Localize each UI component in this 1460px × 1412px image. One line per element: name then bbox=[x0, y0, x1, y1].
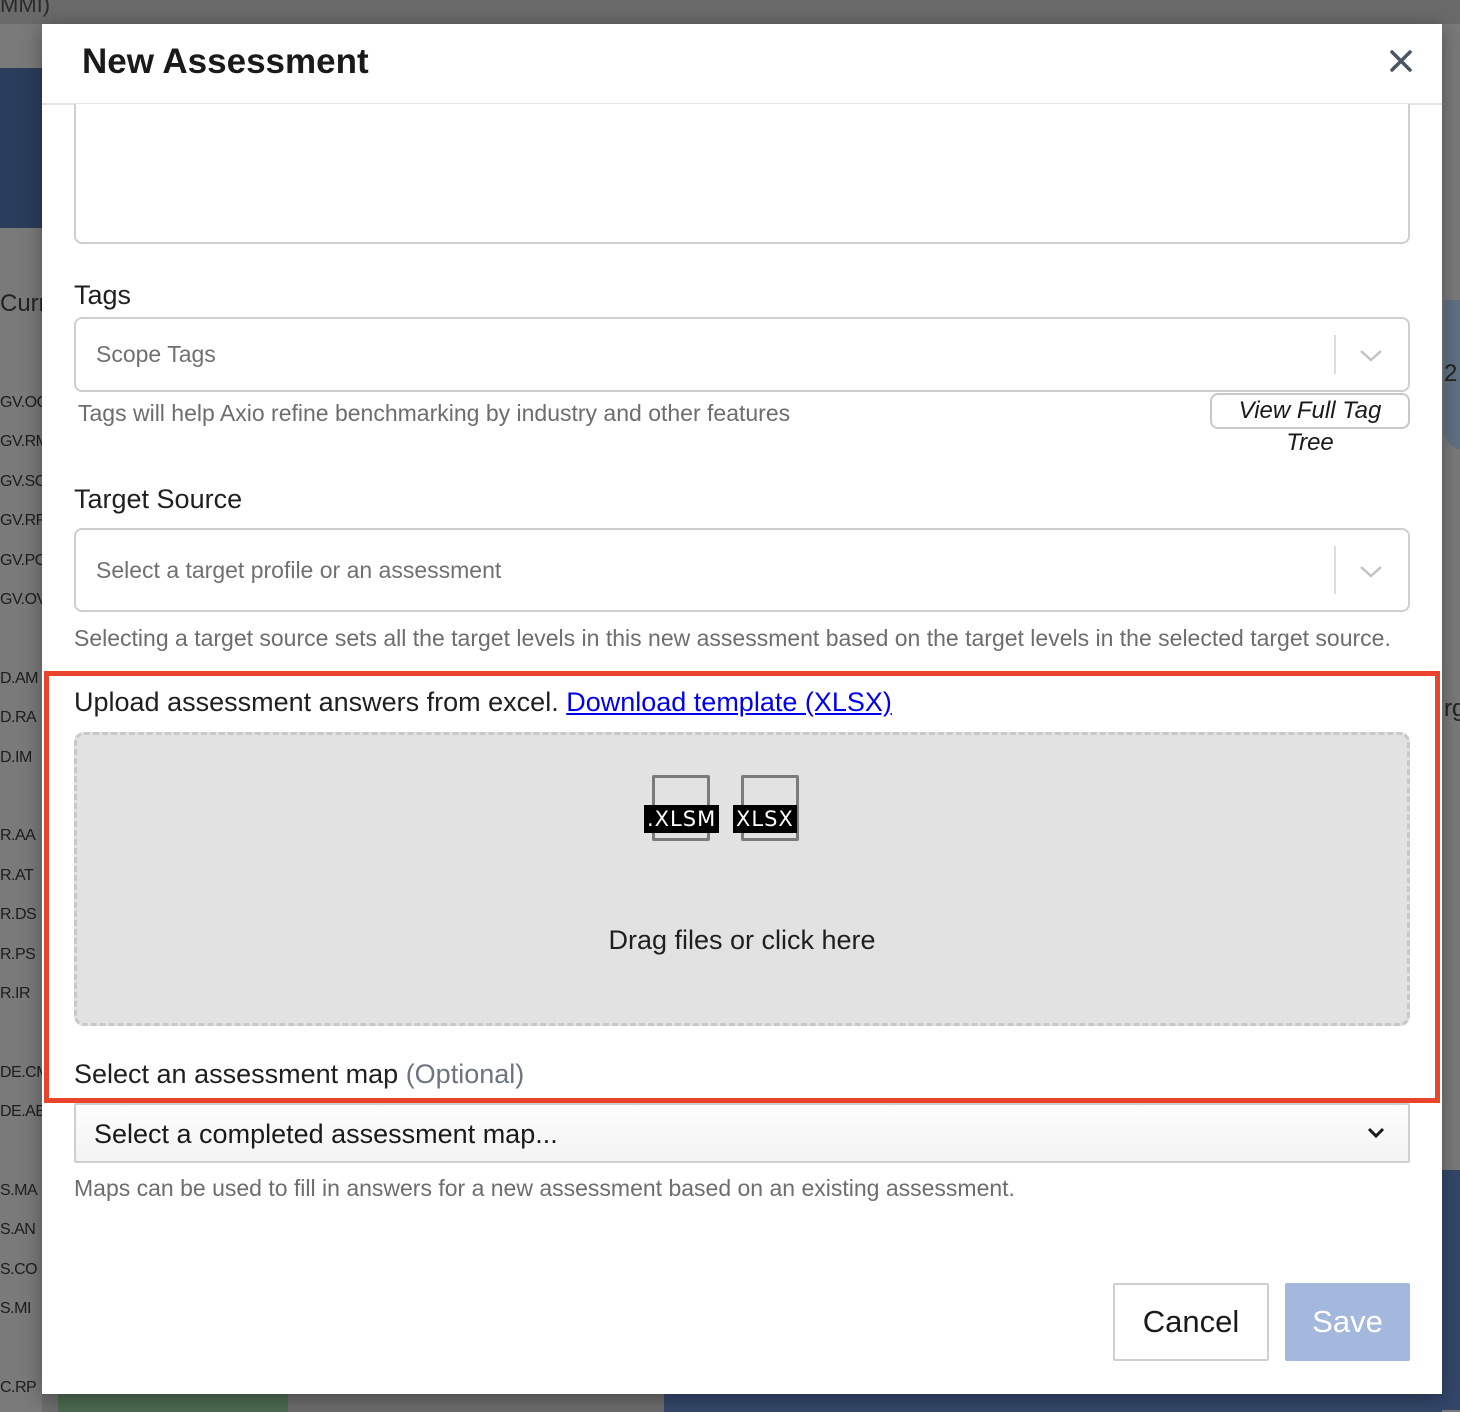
background-code: S.AN bbox=[0, 1221, 36, 1238]
tags-placeholder: Scope Tags bbox=[96, 341, 216, 367]
background-code: DE.AE bbox=[0, 1103, 46, 1120]
background-code: D.IM bbox=[0, 749, 32, 766]
background-code: C.RP bbox=[0, 1379, 37, 1396]
target-source-label: Target Source bbox=[74, 484, 243, 514]
background-code: R.AA bbox=[0, 827, 36, 844]
chevron-down-icon[interactable] bbox=[1358, 344, 1384, 371]
target-source-help-text: Selecting a target source sets all the t… bbox=[74, 625, 1391, 651]
background-right-panel: 2 rg bbox=[1442, 0, 1460, 1412]
background-number: 2 bbox=[1444, 360, 1458, 387]
background-code: R.DS bbox=[0, 906, 37, 923]
description-textarea[interactable] bbox=[74, 104, 1410, 244]
cancel-button[interactable]: Cancel bbox=[1113, 1283, 1269, 1361]
background-topbar: MMI) bbox=[0, 0, 1460, 24]
highlight-box bbox=[44, 671, 1440, 1103]
tags-select[interactable]: Scope Tags bbox=[74, 317, 1410, 392]
assessment-map-select[interactable]: Select a completed assessment map... bbox=[74, 1103, 1410, 1163]
tags-label: Tags bbox=[74, 280, 132, 310]
close-button[interactable] bbox=[1386, 46, 1416, 76]
background-code: D.RA bbox=[0, 709, 37, 726]
modal-header: New Assessment bbox=[42, 24, 1442, 105]
background-code: S.CO bbox=[0, 1261, 38, 1278]
chevron-down-icon[interactable] bbox=[1358, 560, 1384, 587]
background-green-bar bbox=[58, 1394, 288, 1412]
background-code: S.MI bbox=[0, 1300, 31, 1317]
chevron-down-icon[interactable] bbox=[1366, 1125, 1386, 1146]
background-code: GV.PO bbox=[0, 552, 47, 569]
background-blue-block bbox=[1442, 1170, 1460, 1410]
view-full-tag-tree-button[interactable]: View Full Tag Tree bbox=[1210, 393, 1410, 456]
background-dark-block bbox=[664, 1394, 1442, 1412]
background-code: GV.OV bbox=[0, 591, 47, 608]
tags-help-text: Tags will help Axio refine benchmarking … bbox=[78, 400, 791, 426]
assessment-map-selected: Select a completed assessment map... bbox=[94, 1119, 558, 1149]
close-icon bbox=[1390, 50, 1412, 72]
background-code-list: GV.OC GV.RM GV.SC GV.RR GV.PO GV.OV D.AM… bbox=[0, 0, 50, 1412]
select-separator bbox=[1334, 335, 1336, 374]
new-assessment-modal: New Assessment Tags Scope Tags Tags will… bbox=[42, 24, 1442, 1394]
background-code: GV.OC bbox=[0, 394, 48, 411]
background-bottom-strip bbox=[42, 1394, 1442, 1412]
select-separator bbox=[1334, 546, 1336, 594]
background-code: GV.SC bbox=[0, 473, 46, 490]
target-source-placeholder: Select a target profile or an assessment bbox=[96, 557, 502, 583]
save-button[interactable]: Save bbox=[1285, 1283, 1410, 1361]
background-code: S.MA bbox=[0, 1182, 38, 1199]
target-source-select[interactable]: Select a target profile or an assessment bbox=[74, 528, 1410, 612]
background-letter: rg bbox=[1444, 695, 1460, 722]
background-code: R.PS bbox=[0, 946, 36, 963]
assessment-map-help-text: Maps can be used to fill in answers for … bbox=[74, 1175, 1015, 1201]
background-code: R.AT bbox=[0, 867, 34, 884]
background-code: R.IR bbox=[0, 985, 31, 1002]
background-code: GV.RR bbox=[0, 512, 47, 529]
background-code: D.AM bbox=[0, 670, 39, 687]
modal-title: New Assessment bbox=[82, 42, 369, 81]
